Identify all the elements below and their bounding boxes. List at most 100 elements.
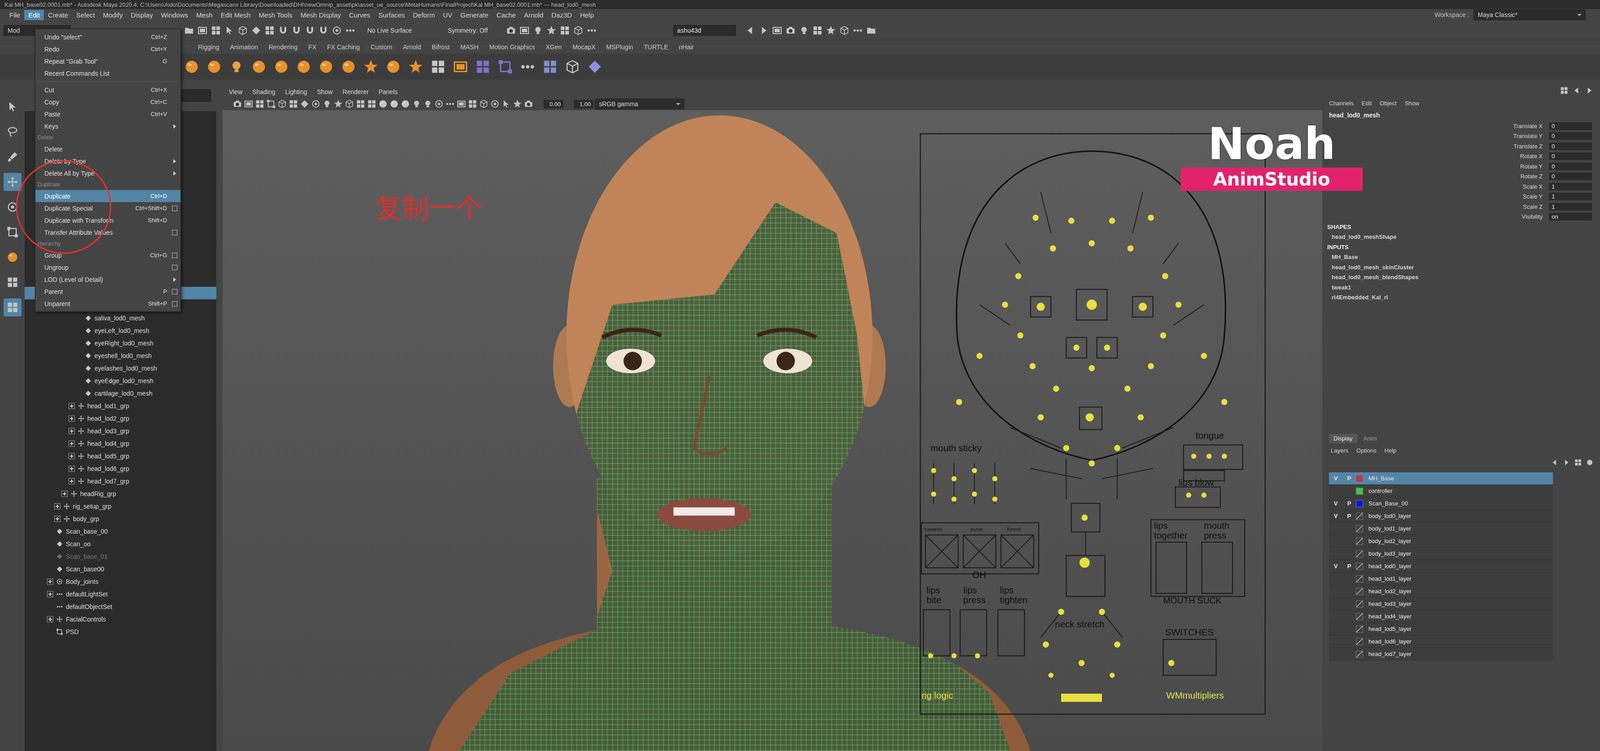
light-icon[interactable] [228,58,245,75]
layer-row[interactable]: head_lod5_layer [1329,622,1553,636]
attribute-value[interactable]: 0 [1548,132,1592,140]
grid-icon[interactable] [467,98,478,109]
menu-item[interactable]: Windows [156,9,193,21]
menu-item[interactable]: Daz3D [547,9,577,21]
gamma-field[interactable]: 1.00 [573,99,594,109]
expand-toggle[interactable] [54,515,61,522]
cube-icon[interactable] [237,25,249,36]
menu-entry[interactable]: Transfer Attribute Values [35,226,181,239]
sphere-icon[interactable] [206,58,223,75]
arrow-icon[interactable] [6,100,19,113]
expand-toggle[interactable] [75,377,82,384]
star-icon[interactable] [546,25,557,36]
menu-entry[interactable]: Repeat "Grab Tool"G [35,55,181,68]
option-box-icon[interactable] [172,264,178,271]
option-box-icon[interactable] [172,288,178,295]
grid-icon[interactable] [264,25,276,36]
grid-icon[interactable] [430,58,447,75]
menu-item[interactable]: Deform [408,9,439,21]
menu-entry[interactable]: ParentP [35,285,181,298]
input-item[interactable]: MH_Base [1324,252,1600,263]
outliner-row[interactable]: Scan_base00 [24,562,217,576]
layer-row[interactable]: head_lod2_layer [1329,584,1553,598]
rotate-icon[interactable] [434,98,444,109]
star-icon[interactable] [512,98,523,109]
attribute-value[interactable]: 1 [1548,182,1592,191]
channel-menu-item[interactable]: Edit [1361,99,1372,107]
expand-toggle[interactable] [68,402,75,409]
attribute-value[interactable]: 0 [1548,142,1592,151]
light-icon[interactable] [411,98,422,109]
outliner-row[interactable]: PSD [24,625,217,638]
shelf-tab[interactable]: Animation [224,41,263,53]
camera-icon[interactable] [232,98,243,109]
tool-button[interactable] [3,298,22,317]
option-box-icon[interactable] [172,229,178,236]
layer-row[interactable]: head_lod4_layer [1329,610,1553,623]
shelf-tab[interactable]: Arnold [397,41,427,53]
option-box-icon[interactable] [172,252,178,259]
layer-menu-item[interactable]: Help [1384,447,1397,454]
camera-icon[interactable] [505,25,517,36]
viewport-menu-item[interactable]: View [228,88,243,96]
viewport-menu-item[interactable]: Panels [378,88,398,96]
layer-color[interactable] [1355,562,1364,570]
layer-color[interactable] [1355,637,1364,646]
sphere-icon[interactable] [183,58,200,75]
menu-item[interactable]: Arnold [520,9,548,21]
viewport-menu-item[interactable]: Show [317,88,333,96]
layer-color[interactable] [1355,512,1364,520]
move-icon[interactable] [6,175,19,189]
layer-row[interactable]: head_lod1_layer [1329,572,1553,585]
diamond-icon[interactable] [586,58,603,75]
shelf-tab[interactable]: MASH [455,41,484,53]
expand-toggle[interactable] [47,628,54,635]
layout-icon[interactable] [6,301,19,314]
visibility-toggle[interactable]: V [1329,512,1343,520]
shelf-tab[interactable]: Rendering [263,41,304,53]
menu-item[interactable]: Generate [456,9,493,21]
outliner-row[interactable]: saliva_lod0_mesh [24,311,217,325]
expand-toggle[interactable] [68,465,75,472]
layer-color[interactable] [1355,524,1364,533]
layer-row[interactable]: VPbody_lod0_layer [1329,509,1553,523]
layer-color[interactable] [1355,487,1364,495]
light-icon[interactable] [532,25,544,36]
viewport-menu-item[interactable]: Shading [252,88,276,96]
layer-row[interactable]: head_lod7_layer [1329,647,1553,661]
visibility-toggle[interactable]: V [1329,562,1343,570]
sphere-icon[interactable] [295,58,312,75]
arrow-icon[interactable] [223,25,235,36]
magnet-icon[interactable] [318,25,329,36]
menu-entry[interactable]: CutCtrl+X [35,83,181,96]
layer-color[interactable] [1355,625,1364,633]
shelf-tab[interactable]: MocapX [567,41,601,53]
dots-icon[interactable] [852,25,864,36]
expand-toggle[interactable] [68,427,75,435]
outliner-row[interactable]: head_lod6_grp [24,462,217,475]
input-item[interactable]: head_lod0_mesh_blendShapes [1324,272,1600,283]
cube-icon[interactable] [564,58,581,75]
tool-button[interactable] [3,97,22,116]
expand-toggle[interactable] [75,365,82,372]
film-icon[interactable] [452,58,469,75]
folder-icon[interactable] [865,25,877,36]
layer-color[interactable] [1355,587,1364,595]
grid-icon[interactable] [541,58,559,75]
shelf-tab[interactable]: MSPlugin [600,41,639,53]
shelf-tab[interactable]: Rigging [192,41,225,53]
attribute-value[interactable]: 1 [1548,192,1592,201]
magnet-icon[interactable] [291,25,302,36]
user-field[interactable]: ashu43d [673,25,736,36]
dots-icon[interactable] [344,25,356,36]
menu-item[interactable]: Edit [24,9,44,21]
rotate-icon[interactable] [331,25,343,36]
attribute-value[interactable]: on [1548,212,1592,221]
outliner-row[interactable]: defaultLightSet [24,587,217,601]
menu-entry[interactable]: Keys [35,120,181,133]
camera-icon[interactable] [523,98,534,109]
expand-toggle[interactable] [61,490,68,497]
grid-icon[interactable] [366,98,377,109]
option-box-icon[interactable] [172,301,178,307]
playback-toggle[interactable]: P [1342,512,1356,520]
